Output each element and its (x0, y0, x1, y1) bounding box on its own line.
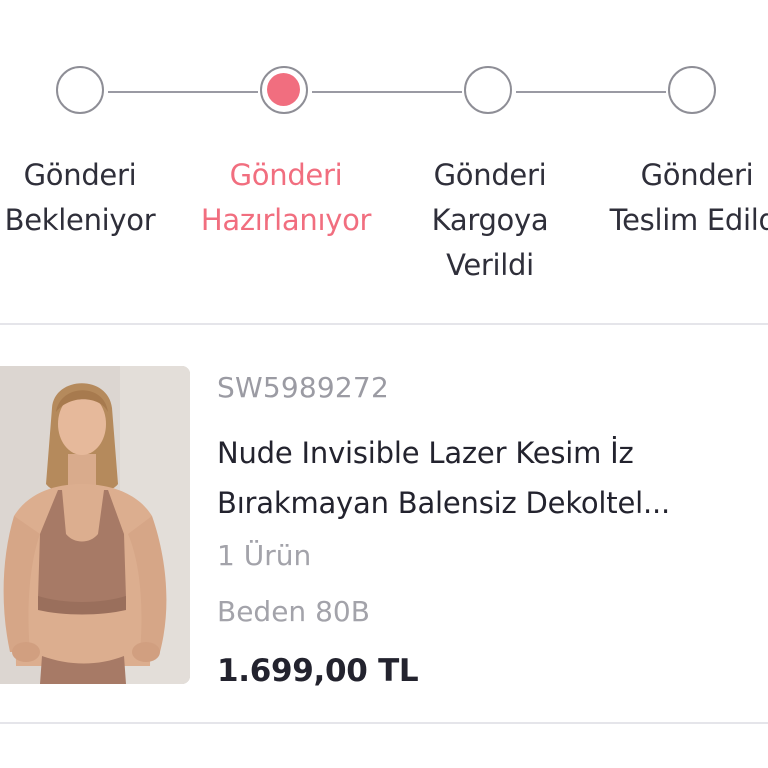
shipment-status-stepper: Gönderi Bekleniyor Gönderi Hazırlanıyor … (0, 0, 768, 300)
step-label-awaiting: Gönderi Bekleniyor (4, 158, 156, 237)
stepper-connector (108, 91, 258, 93)
section-divider (0, 323, 768, 325)
step-label-shipped: Gönderi Kargoya Verildi (431, 158, 549, 282)
step-circle-delivered (668, 66, 716, 114)
order-detail-page: Gönderi Bekleniyor Gönderi Hazırlanıyor … (0, 0, 768, 768)
step-circle-awaiting (56, 66, 104, 114)
product-info[interactable]: SW5989272 Nude Invisible Lazer Kesim İz … (217, 364, 768, 702)
product-image[interactable] (0, 366, 190, 684)
product-price: 1.699,00 TL (217, 653, 419, 689)
step-label-delivered: Gönderi Teslim Edildi (609, 158, 768, 237)
section-divider (0, 722, 768, 724)
product-sku: SW5989272 (217, 371, 389, 404)
step-circle-preparing (260, 66, 308, 114)
step-label-preparing: Gönderi Hazırlanıyor (200, 158, 372, 237)
product-quantity: 1 Ürün (217, 539, 312, 572)
stepper-connector (312, 91, 462, 93)
step-circle-shipped (464, 66, 512, 114)
product-size: Beden 80B (217, 595, 370, 628)
product-name[interactable]: Nude Invisible Lazer Kesim İz Bırakmayan… (217, 428, 757, 528)
stepper-connector (516, 91, 666, 93)
